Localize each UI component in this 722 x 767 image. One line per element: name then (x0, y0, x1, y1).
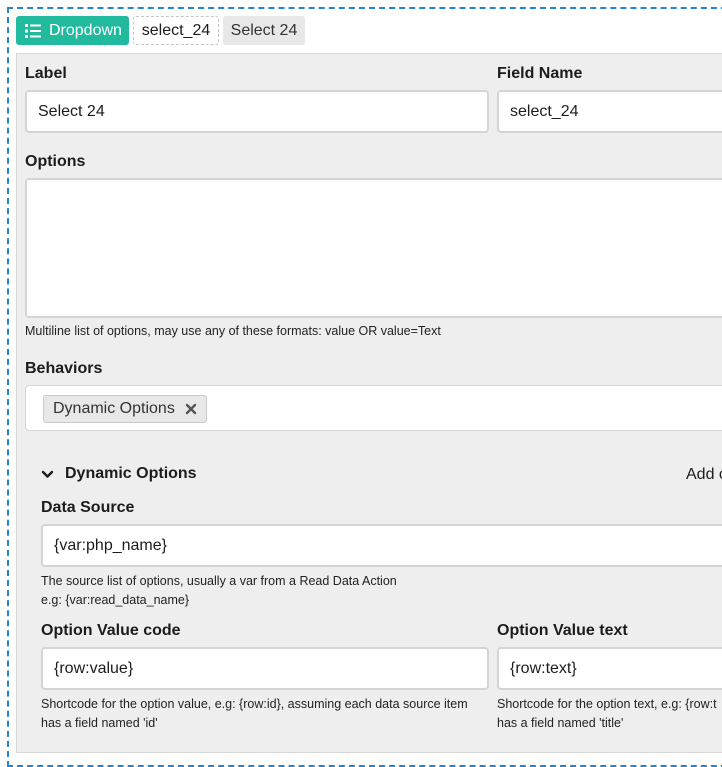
label-input[interactable]: Select 24 (25, 90, 489, 133)
option-value-text-title: Option Value text (497, 622, 628, 639)
data-source-title: Data Source (41, 499, 135, 516)
field-type-badge[interactable]: Dropdown (16, 16, 129, 45)
option-value-code-help-line2: has a field named 'id' (41, 716, 158, 730)
behaviors-multiselect[interactable]: Dynamic Options (25, 385, 722, 431)
option-value-text-input[interactable]: {row:text} (497, 647, 722, 690)
data-source-input[interactable]: {var:php_name} (41, 524, 722, 567)
option-value-text-help-line2: has a field named 'title' (497, 716, 624, 730)
behavior-tag-label: Dynamic Options (53, 400, 175, 417)
field-label-chip[interactable]: Select 24 (223, 16, 305, 45)
dynamic-options-title: Dynamic Options (65, 465, 197, 482)
field-name-chip[interactable]: select_24 (133, 16, 219, 45)
field-name-input[interactable]: select_24 (497, 90, 722, 133)
list-icon (25, 23, 41, 38)
data-source-help-line2: e.g: {var:read_data_name} (41, 593, 190, 607)
close-icon[interactable] (185, 403, 197, 415)
behavior-tag-dynamic-options: Dynamic Options (43, 395, 207, 423)
option-value-text-help-line1: Shortcode for the option text, e.g: {row… (497, 697, 717, 711)
field-type-label: Dropdown (49, 21, 122, 39)
add-link[interactable]: Add c (686, 466, 722, 484)
label-title: Label (25, 65, 67, 82)
field-name-title: Field Name (497, 65, 583, 82)
dynamic-options-toggle[interactable]: Dynamic Options (41, 465, 197, 483)
option-value-code-help-line1: Shortcode for the option value, e.g: {ro… (41, 697, 468, 711)
data-source-help-line1: The source list of options, usually a va… (41, 574, 397, 588)
chevron-down-icon (41, 470, 54, 478)
options-title: Options (25, 153, 86, 170)
options-textarea[interactable] (25, 178, 722, 318)
option-value-code-title: Option Value code (41, 622, 181, 639)
options-help: Multiline list of options, may use any o… (25, 324, 441, 338)
behaviors-title: Behaviors (25, 360, 103, 377)
option-value-code-input[interactable]: {row:value} (41, 647, 489, 690)
